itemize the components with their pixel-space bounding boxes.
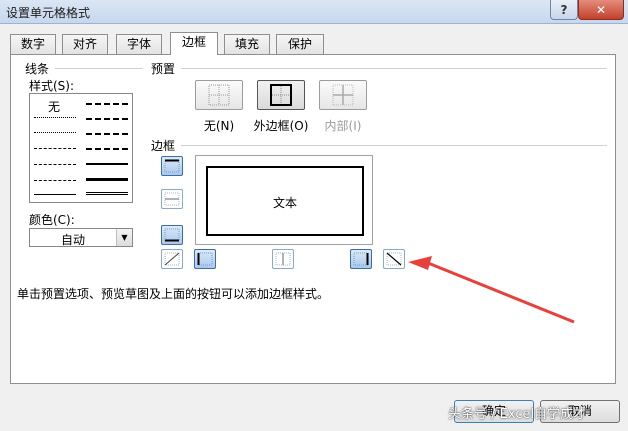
border-diagonal-down-button[interactable] <box>383 249 405 269</box>
border-right-icon <box>353 252 369 266</box>
tab-protection[interactable]: 保护 <box>276 34 324 54</box>
line-style-medium-dashed[interactable] <box>86 148 128 150</box>
line-style-medium-dash-dot-dot[interactable] <box>86 103 128 105</box>
tab-border[interactable]: 边框 <box>170 32 218 55</box>
border-section-label: 边框 <box>151 139 176 153</box>
border-inside-icon <box>332 84 354 106</box>
line-style-dash-dot-dot[interactable] <box>34 148 76 149</box>
line-style-slant-dash-dot[interactable] <box>86 118 128 120</box>
border-inside-horizontal-button[interactable] <box>161 189 183 209</box>
line-style-list[interactable]: 无 <box>29 93 133 203</box>
border-section-divider <box>181 145 607 146</box>
border-bottom-icon <box>164 228 180 242</box>
line-style-dash-dot[interactable] <box>34 164 76 165</box>
border-none-icon <box>208 84 230 106</box>
preset-outline-label: 外边框(O) <box>253 119 309 133</box>
border-preview[interactable]: 文本 <box>195 155 373 245</box>
line-style-double[interactable] <box>86 192 128 195</box>
tab-alignment[interactable]: 对齐 <box>62 34 108 54</box>
style-label: 样式(S): <box>29 79 75 93</box>
color-select[interactable]: 自动 ▼ <box>29 228 133 247</box>
preview-text: 文本 <box>272 196 297 210</box>
line-style-medium-dash-dot[interactable] <box>86 133 128 135</box>
border-inside-vertical-button[interactable] <box>272 249 294 269</box>
preset-outline-button[interactable] <box>257 80 305 110</box>
preview-cell[interactable]: 文本 <box>206 166 364 236</box>
line-style-thin[interactable] <box>34 194 76 195</box>
line-section-label: 线条 <box>25 62 50 76</box>
preset-none-button[interactable] <box>195 80 243 110</box>
border-bottom-button[interactable] <box>161 225 183 245</box>
watermark: 头条号 / Excel自学成才 <box>448 407 587 422</box>
border-left-button[interactable] <box>194 249 216 269</box>
title-bar: 设置单元格格式 ? ✕ <box>0 0 628 24</box>
presets-section-label: 预置 <box>151 62 176 76</box>
border-tab-panel: 线条 样式(S): 无 颜色(C): 自动 ▼ 预置 无(N) 外边框(O) 内… <box>10 54 616 384</box>
line-style-medium[interactable] <box>86 163 128 165</box>
preset-inside-button[interactable] <box>319 80 367 110</box>
help-button[interactable]: ? <box>550 0 578 20</box>
line-style-thick[interactable] <box>86 178 128 181</box>
line-section-divider <box>55 68 143 69</box>
border-left-icon <box>197 252 213 266</box>
line-style-dotted[interactable] <box>34 132 76 133</box>
line-style-hair[interactable] <box>34 117 76 118</box>
tab-fill[interactable]: 填充 <box>224 34 270 54</box>
border-inside-vertical-icon <box>275 252 291 266</box>
border-top-icon <box>164 159 180 173</box>
close-button[interactable]: ✕ <box>578 0 624 20</box>
tab-font[interactable]: 字体 <box>116 34 162 54</box>
line-style-none[interactable]: 无 <box>48 98 60 115</box>
color-label: 颜色(C): <box>29 213 75 227</box>
border-top-button[interactable] <box>161 156 183 176</box>
border-outline-icon <box>270 84 292 106</box>
line-style-dashed[interactable] <box>34 180 76 181</box>
preset-none-label: 无(N) <box>203 119 235 133</box>
border-right-button[interactable] <box>350 249 372 269</box>
window-title: 设置单元格格式 <box>6 6 91 20</box>
diagonal-down-icon <box>386 252 402 266</box>
tab-number[interactable]: 数字 <box>10 34 56 54</box>
preset-inside-label: 内部(I) <box>324 119 362 133</box>
border-inside-horizontal-icon <box>164 192 180 206</box>
diagonal-up-icon <box>164 252 180 266</box>
presets-section-divider <box>181 68 607 69</box>
hint-text: 单击预置选项、预览草图及上面的按钮可以添加边框样式。 <box>17 287 330 301</box>
triangle-down-icon[interactable]: ▼ <box>116 229 132 246</box>
border-diagonal-up-button[interactable] <box>161 249 183 269</box>
color-value: 自动 <box>60 233 85 247</box>
